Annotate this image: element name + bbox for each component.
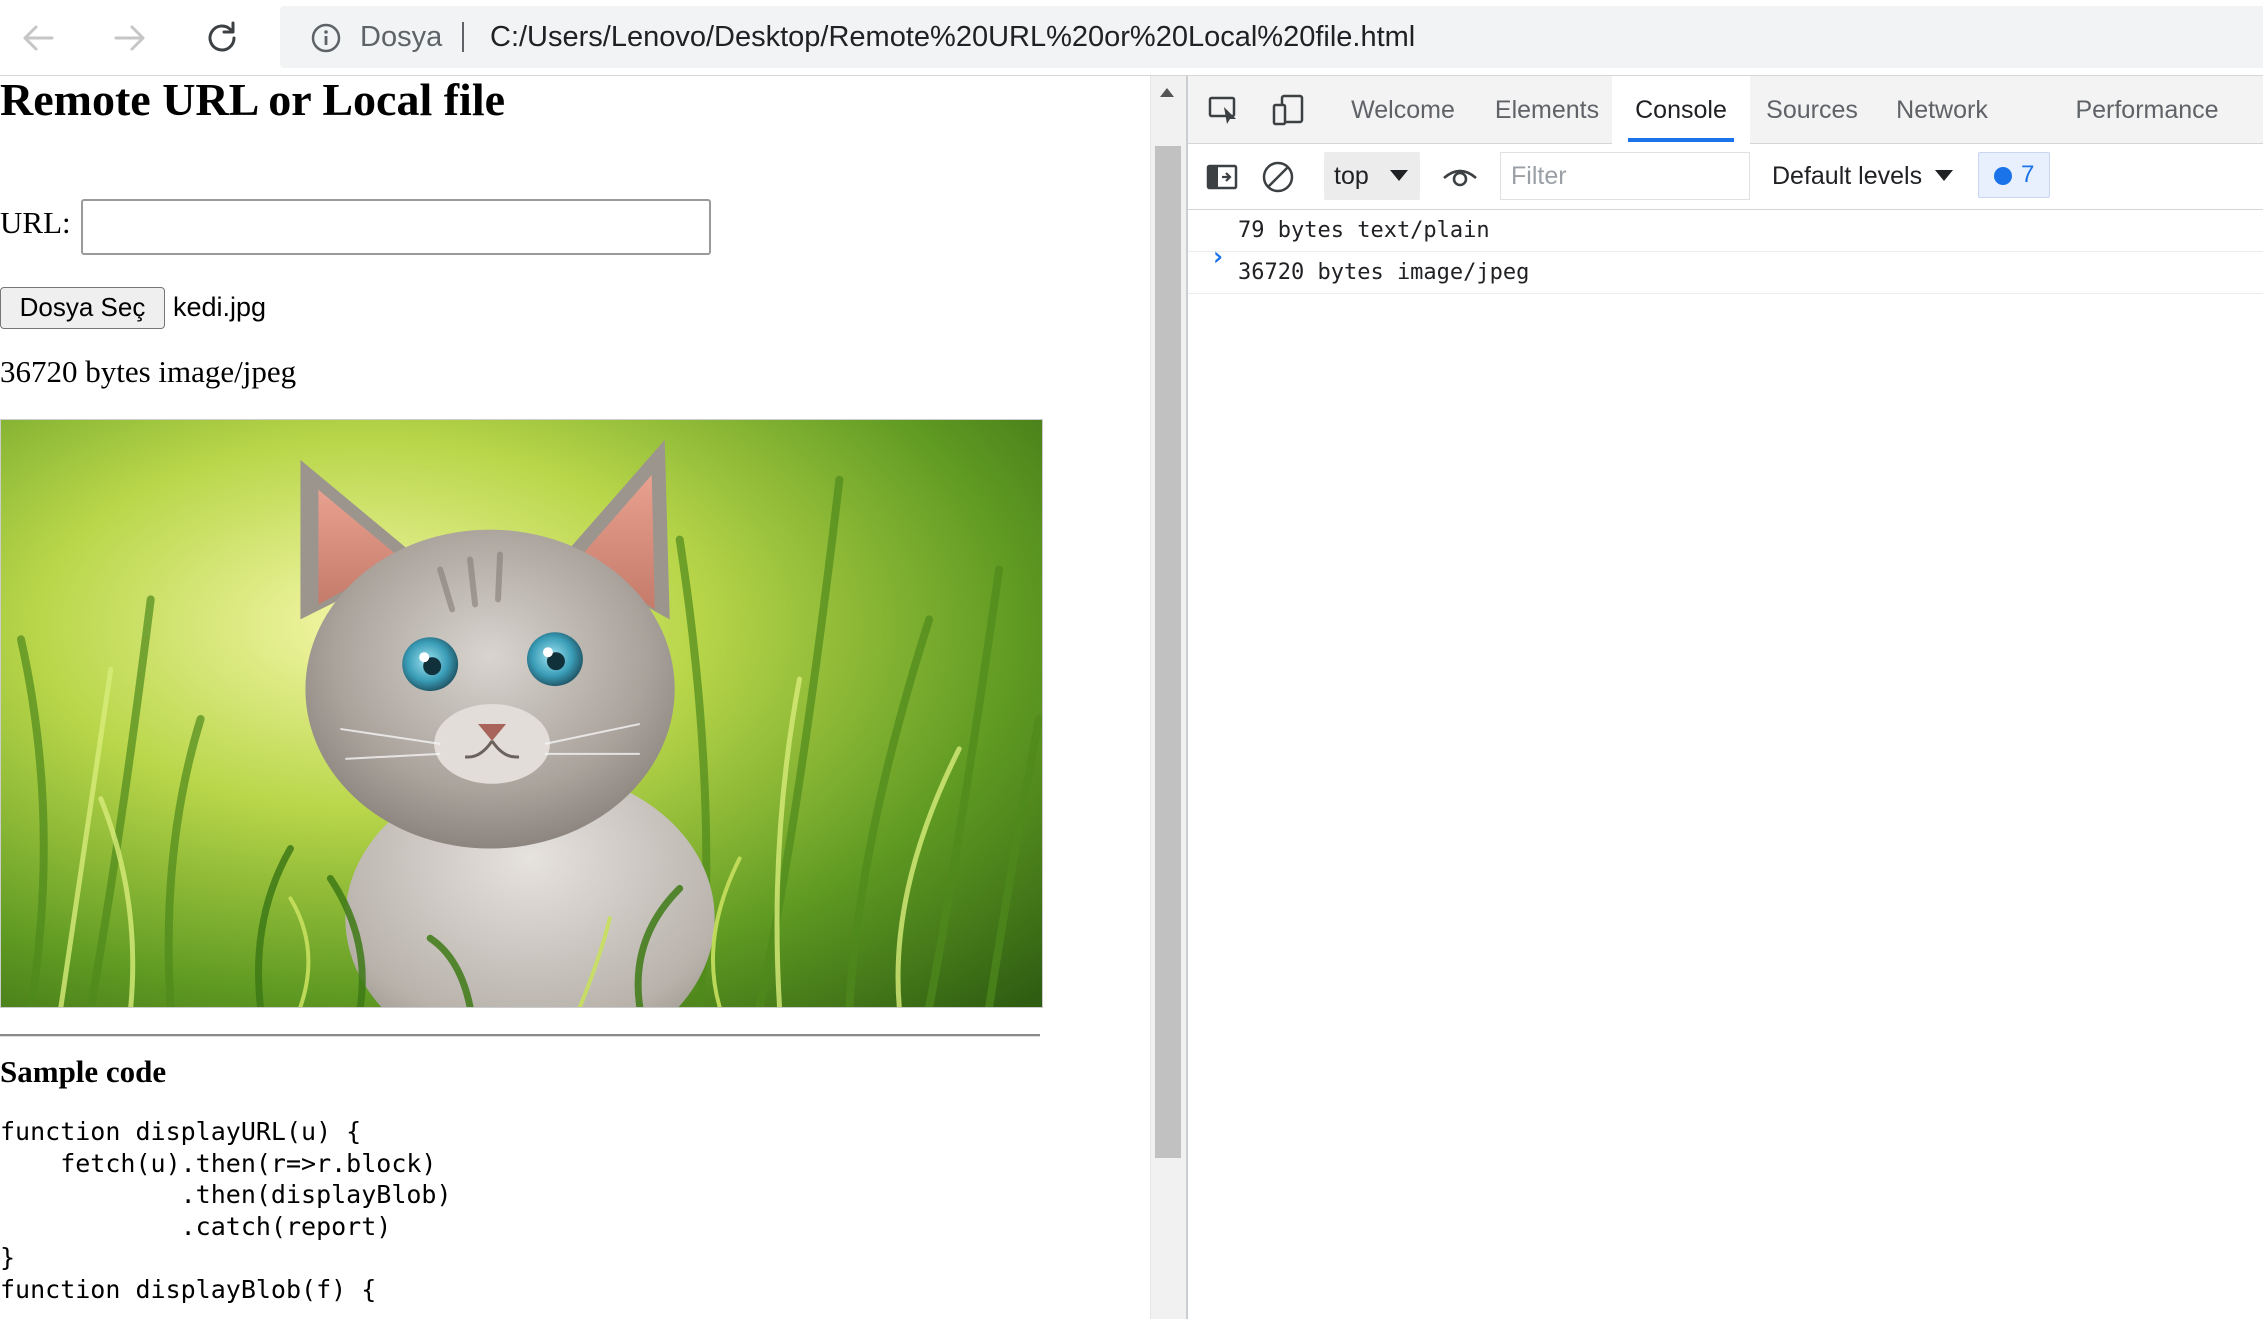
sidebar-toggle-icon [1206, 164, 1238, 190]
show-sidebar-button[interactable] [1198, 153, 1246, 201]
console-filter-input[interactable] [1500, 152, 1750, 200]
log-levels-dropdown[interactable]: Default levels [1772, 152, 1922, 200]
console-message[interactable]: 36720 bytes image/jpeg [1188, 252, 2263, 294]
console-message[interactable]: 79 bytes text/plain [1188, 210, 2263, 252]
result-text: 36720 bytes image/jpeg [0, 354, 297, 389]
forward-arrow-icon [114, 25, 145, 51]
inspect-element-button[interactable] [1200, 86, 1248, 134]
page-content: Remote URL or Local file URL: Dosya Seç … [0, 76, 1150, 1319]
sample-code-block: function displayURL(u) { fetch(u).then(r… [0, 1117, 452, 1319]
eye-icon [1443, 169, 1477, 187]
devtools-tabbar: Welcome Elements Console Sources Network… [1188, 76, 2263, 144]
url-input[interactable] [81, 199, 711, 255]
kitten-image [0, 419, 1043, 1008]
devtools-panel: Welcome Elements Console Sources Network… [1188, 76, 2263, 1319]
chevron-down-icon [1390, 170, 1408, 181]
address-url[interactable]: C:/Users/Lenovo/Desktop/Remote%20URL%20o… [490, 6, 1415, 68]
horizontal-rule [0, 1034, 1040, 1037]
page-scrollbar[interactable] [1150, 76, 1186, 1319]
back-button[interactable] [8, 8, 68, 68]
context-label: top [1334, 162, 1369, 190]
page-title: Remote URL or Local file [0, 76, 506, 125]
info-icon[interactable] [310, 22, 342, 54]
console-prompt-icon[interactable]: › [1210, 242, 1226, 272]
sample-code-heading: Sample code [0, 1054, 167, 1089]
browser-toolbar: Dosya C:/Users/Lenovo/Desktop/Remote%20U… [0, 0, 2263, 76]
reload-button[interactable] [192, 8, 252, 68]
context-selector[interactable]: top [1324, 152, 1420, 200]
issues-badge[interactable]: 7 [1978, 152, 2050, 198]
tab-elements[interactable]: Elements [1482, 76, 1612, 144]
back-arrow-icon [23, 25, 54, 51]
live-expression-button[interactable] [1436, 153, 1484, 201]
device-emulation-icon [1272, 94, 1304, 126]
console-output: 79 bytes text/plain 36720 bytes image/jp… [1188, 210, 2263, 294]
choose-file-button[interactable]: Dosya Seç [0, 287, 165, 329]
device-toolbar-button[interactable] [1264, 86, 1312, 134]
scroll-up-arrow-icon[interactable] [1160, 88, 1174, 97]
address-source-label: Dosya [360, 21, 443, 53]
tab-sources[interactable]: Sources [1748, 76, 1876, 144]
inspect-element-icon [1208, 96, 1236, 124]
console-toolbar: top Default levels 7 [1188, 144, 2263, 210]
tab-performance[interactable]: Performance [2062, 76, 2232, 144]
selected-file-name: kedi.jpg [173, 292, 267, 322]
issues-count: 7 [2021, 161, 2035, 188]
scroll-thumb[interactable] [1155, 146, 1181, 1158]
message-icon [1994, 167, 2012, 185]
address-bar[interactable]: Dosya C:/Users/Lenovo/Desktop/Remote%20U… [280, 6, 2263, 68]
tab-console[interactable]: Console [1612, 76, 1750, 144]
forward-button[interactable] [100, 8, 160, 68]
tab-welcome[interactable]: Welcome [1338, 76, 1468, 144]
reload-icon [208, 21, 236, 52]
levels-chevron-down-icon [1935, 170, 1953, 181]
clear-console-icon [1262, 161, 1294, 193]
url-label: URL: [0, 205, 71, 240]
log-levels-label: Default levels [1772, 162, 1923, 190]
tab-network[interactable]: Network [1878, 76, 2006, 144]
clear-console-button[interactable] [1254, 153, 1302, 201]
address-separator [462, 22, 464, 52]
